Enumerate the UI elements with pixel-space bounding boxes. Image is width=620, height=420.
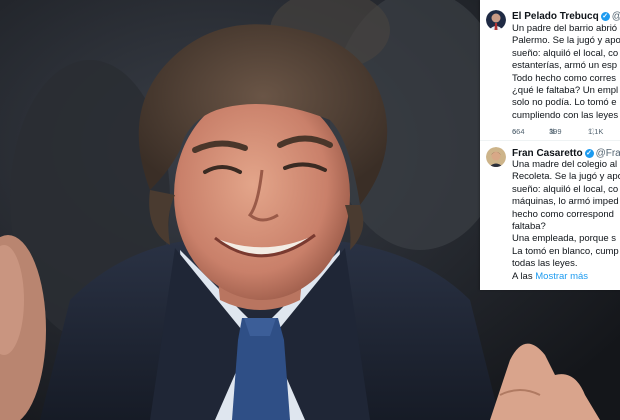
author-handle[interactable]: @p	[612, 11, 620, 22]
tweet-line: estanterías, armó un esp	[512, 60, 618, 72]
avatar[interactable]	[486, 10, 506, 30]
tweet-line: hecho como correspond	[512, 208, 614, 220]
tweet-line: Todo hecho como corres	[512, 72, 617, 84]
reply-button[interactable]: ○ 664	[512, 127, 525, 136]
avatar[interactable]	[486, 147, 506, 167]
tweet-line: Una madre del colegio al	[512, 159, 618, 170]
like-icon: ♡	[588, 127, 595, 136]
tweet-text: Una madre del colegio al Recoleta. Se la…	[512, 159, 620, 283]
tweet-line: cumpliendo con las leyes	[512, 109, 619, 121]
tweet-line: Una empleada, porque s	[512, 233, 617, 245]
tweet-line: máquinas, lo armó imped	[512, 196, 619, 208]
author-name[interactable]: El Pelado Trebucq	[512, 11, 599, 22]
tweet-el-pelado-trebucq: El Pelado Trebucq✓@p Un padre del barrio…	[480, 8, 620, 136]
tweet-line: sueño: alquiló el local, co	[512, 183, 619, 195]
tweet-actions: ○ 664 ⇅ 399 ♡ 1,1K	[512, 127, 620, 139]
tweet-line: La tomó en blanco, cump	[512, 245, 619, 257]
tweet-screenshot-panel: El Pelado Trebucq✓@p Un padre del barrio…	[480, 0, 620, 290]
retweet-icon: ⇅	[549, 127, 556, 136]
tweet-line: solo no podía. Lo tomó e	[512, 97, 617, 109]
reply-icon: ○	[512, 127, 517, 136]
tweet-line: faltaba?	[512, 221, 546, 233]
show-more-link[interactable]: Mostrar más	[535, 271, 588, 282]
tweet-line: Palermo. Se la jugó y apo	[512, 35, 620, 47]
author-handle[interactable]: @Frar	[596, 148, 620, 159]
tweet-footer: A las Mostrar más	[512, 271, 620, 283]
tweet-divider	[480, 140, 620, 141]
author-name[interactable]: Fran Casaretto	[512, 148, 583, 159]
tweet-text: Un padre del barrio abrió Palermo. Se la…	[512, 23, 620, 122]
tweet-fran-casaretto: Fran Casaretto✓@Frar Una madre del coleg…	[480, 145, 620, 282]
tweet-line: ¿qué le faltaba? Un empl	[512, 85, 619, 97]
tweet-line: todas las leyes.	[512, 258, 578, 270]
verified-icon: ✓	[600, 12, 610, 21]
tweet-line: Recoleta. Se la jugó y apo	[512, 171, 620, 183]
tweet-line: sueño: alquiló el local, co	[512, 47, 619, 59]
verified-icon: ✓	[584, 149, 594, 158]
tweet-line: Un padre del barrio abrió	[512, 23, 618, 34]
retweet-button[interactable]: ⇅ 399	[549, 127, 562, 136]
timestamp-prefix: A las	[512, 270, 533, 282]
like-button[interactable]: ♡ 1,1K	[588, 127, 603, 136]
